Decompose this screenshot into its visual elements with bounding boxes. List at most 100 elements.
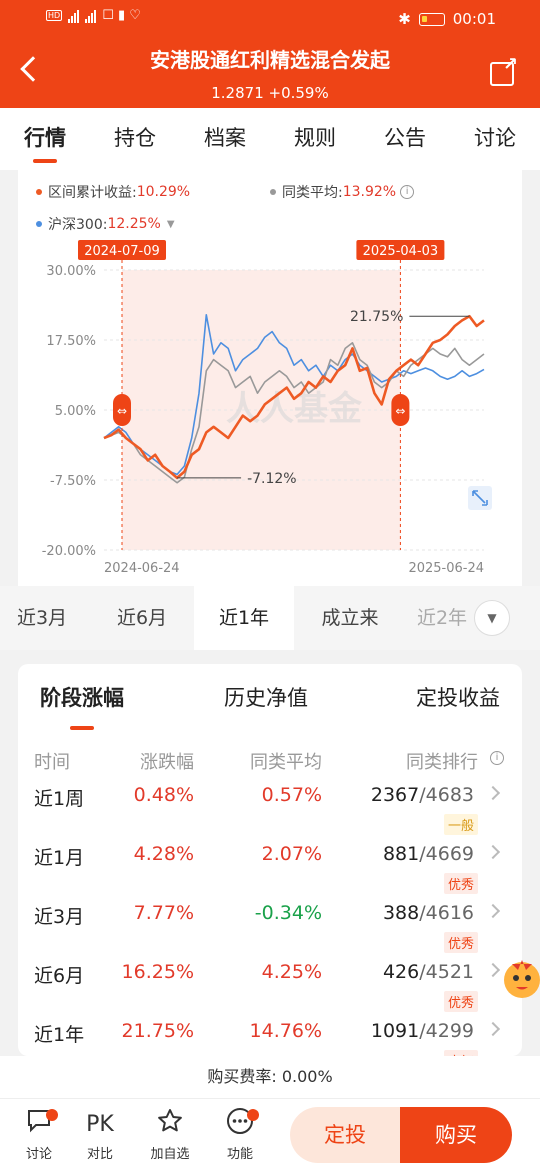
range-selector: 近3月 近6月 近1年 成立来 近2年 ▼ <box>0 586 540 650</box>
chevron-right-icon <box>485 962 501 978</box>
bottom-functions[interactable]: 功能 <box>215 1107 265 1162</box>
back-icon[interactable] <box>20 56 46 82</box>
max-label: 21.75% <box>350 309 403 325</box>
row-period: 近1月 <box>34 847 85 869</box>
row-period: 近3月 <box>34 906 85 928</box>
tab-market[interactable]: 行情 <box>0 108 90 170</box>
bottom-compare[interactable]: PK 对比 <box>75 1107 125 1162</box>
legend-dot-peer <box>270 189 276 195</box>
y-tick-label: 17.50% <box>46 334 96 349</box>
chevron-down-icon: ▼ <box>166 218 175 230</box>
bottom-discuss[interactable]: 讨论 <box>14 1107 64 1162</box>
chevron-right-icon <box>485 785 501 801</box>
purchase-fee: 购买费率: 0.00% <box>0 1056 540 1098</box>
range-2y[interactable]: 近2年 <box>412 586 472 650</box>
chart-card: 区间累计收益: 10.29% 同类平均: 13.92% i 沪深300: 12.… <box>18 170 522 650</box>
buy-button[interactable]: 购买 <box>400 1107 512 1163</box>
range-handle-icon: ⇔ <box>117 404 127 418</box>
performance-card: 阶段涨幅 历史净值 定投收益 时间 涨跌幅 同类平均 同类排行 i 近1周 0.4… <box>18 664 522 1056</box>
app-notification-icon: ☐ ▮ ♡ <box>102 8 141 23</box>
rank-badge: 优秀 <box>443 932 478 953</box>
y-tick-label: 5.00% <box>55 404 96 419</box>
battery-icon <box>418 12 445 26</box>
row-change: 0.48% <box>133 784 194 806</box>
legend-index-label: 沪深300: <box>48 217 108 233</box>
signal-icon <box>68 9 80 23</box>
min-label: -7.12% <box>247 471 297 487</box>
signal-icon-2 <box>85 9 97 23</box>
bluetooth-icon: ✱ <box>398 10 411 28</box>
tab-rules[interactable]: 规则 <box>270 108 360 170</box>
table-row[interactable]: 近3月 7.77% -0.34% 388/4616 优秀 <box>18 902 522 960</box>
legend-index-value: 12.25% <box>107 216 161 232</box>
status-right: ✱ 00:01 <box>398 10 496 28</box>
tab-holdings[interactable]: 持仓 <box>90 108 180 170</box>
bottom-compare-label: 对比 <box>86 1147 113 1162</box>
row-average: 0.57% <box>261 784 322 806</box>
row-period: 近1周 <box>34 788 85 810</box>
row-change: 7.77% <box>133 902 194 924</box>
row-change: 21.75% <box>121 1020 194 1042</box>
row-change: 4.28% <box>133 843 194 865</box>
legend-index[interactable]: 沪深300: 12.25% ▼ <box>36 214 175 234</box>
legend-dot-index <box>36 221 42 227</box>
legend-fund: 区间累计收益: 10.29% <box>36 182 190 202</box>
perf-tab-stage[interactable]: 阶段涨幅 <box>40 682 124 730</box>
bottom-discuss-label: 讨论 <box>25 1147 52 1162</box>
legend-fund-value: 10.29% <box>136 184 191 200</box>
pk-icon: PK <box>86 1112 114 1137</box>
chevron-right-icon <box>485 903 501 919</box>
info-icon[interactable]: i <box>400 185 415 199</box>
bottom-functions-label: 功能 <box>226 1147 253 1162</box>
signal-indicators: HD ☐ ▮ ♡ <box>46 8 141 23</box>
rank-info-icon[interactable]: i <box>490 751 504 765</box>
range-marker-date: 2024-07-09 <box>84 244 160 259</box>
perf-tab-nav-history[interactable]: 历史净值 <box>224 682 308 712</box>
table-row[interactable]: 近6月 16.25% 4.25% 426/4521 优秀 <box>18 961 522 1019</box>
main-tabs: 行情 持仓 档案 规则 公告 讨论 <box>0 108 540 170</box>
row-average: -0.34% <box>254 902 322 924</box>
row-rank: 1091/4299 <box>370 1020 474 1042</box>
dingtou-button[interactable]: 定投 <box>290 1107 400 1163</box>
notification-dot <box>46 1109 58 1121</box>
legend-peer: 同类平均: 13.92% i <box>270 182 415 202</box>
x-tick-label: 2025-06-24 <box>408 561 484 576</box>
table-row[interactable]: 近1周 0.48% 0.57% 2367/4683 一般 <box>18 784 522 842</box>
rank-badge: 优秀 <box>443 873 478 894</box>
row-average: 4.25% <box>261 961 322 983</box>
range-since-inception[interactable]: 成立来 <box>300 586 400 650</box>
bottom-watchlist[interactable]: 加自选 <box>145 1107 195 1162</box>
table-row[interactable]: 近1年21.75%14.76%1091/4299良好 <box>18 1020 522 1056</box>
rank-badge: 一般 <box>443 814 478 835</box>
chart-watermark: 人人基金 <box>226 389 363 429</box>
status-bar: HD ☐ ▮ ♡ ✱ 00:01 <box>0 0 540 42</box>
col-header-rank: 同类排行 <box>406 752 478 773</box>
row-rank: 388/4616 <box>382 902 474 924</box>
legend-peer-value: 13.92% <box>342 184 397 200</box>
row-change: 16.25% <box>121 961 194 983</box>
line-chart[interactable]: 30.00% 17.50% 5.00% -7.50% -20.00% 2024-06-24… <box>18 232 522 582</box>
range-handle-icon: ⇔ <box>395 404 405 418</box>
header-bar: HD ☐ ▮ ♡ ✱ 00:01 安港股通红利精选混合发起 1.2871 +0.… <box>0 0 540 108</box>
mascot-icon[interactable] <box>500 950 540 1002</box>
legend-dot-fund <box>36 189 42 195</box>
range-1y[interactable]: 近1年 <box>194 586 294 650</box>
performance-tabs: 阶段涨幅 历史净值 定投收益 <box>18 682 522 730</box>
col-header-period: 时间 <box>34 752 70 773</box>
share-icon[interactable] <box>490 54 518 86</box>
tab-announcements[interactable]: 公告 <box>360 108 450 170</box>
nav-value: 1.2871 +0.59% <box>211 84 329 102</box>
legend-peer-label: 同类平均: <box>282 185 343 201</box>
range-6m[interactable]: 近6月 <box>96 586 188 650</box>
chevron-right-icon <box>485 1021 501 1037</box>
legend-fund-label: 区间累计收益: <box>48 185 137 201</box>
perf-tab-dingtou[interactable]: 定投收益 <box>416 682 500 712</box>
table-row[interactable]: 近1月 4.28% 2.07% 881/4669 优秀 <box>18 843 522 901</box>
range-more-button[interactable]: ▼ <box>474 600 510 636</box>
row-average: 2.07% <box>261 843 322 865</box>
tab-profile[interactable]: 档案 <box>180 108 270 170</box>
tab-discussion[interactable]: 讨论 <box>450 108 540 170</box>
range-3m[interactable]: 近3月 <box>0 586 84 650</box>
col-header-change: 涨跌幅 <box>140 752 194 773</box>
range-marker-date: 2025-04-03 <box>363 244 439 259</box>
